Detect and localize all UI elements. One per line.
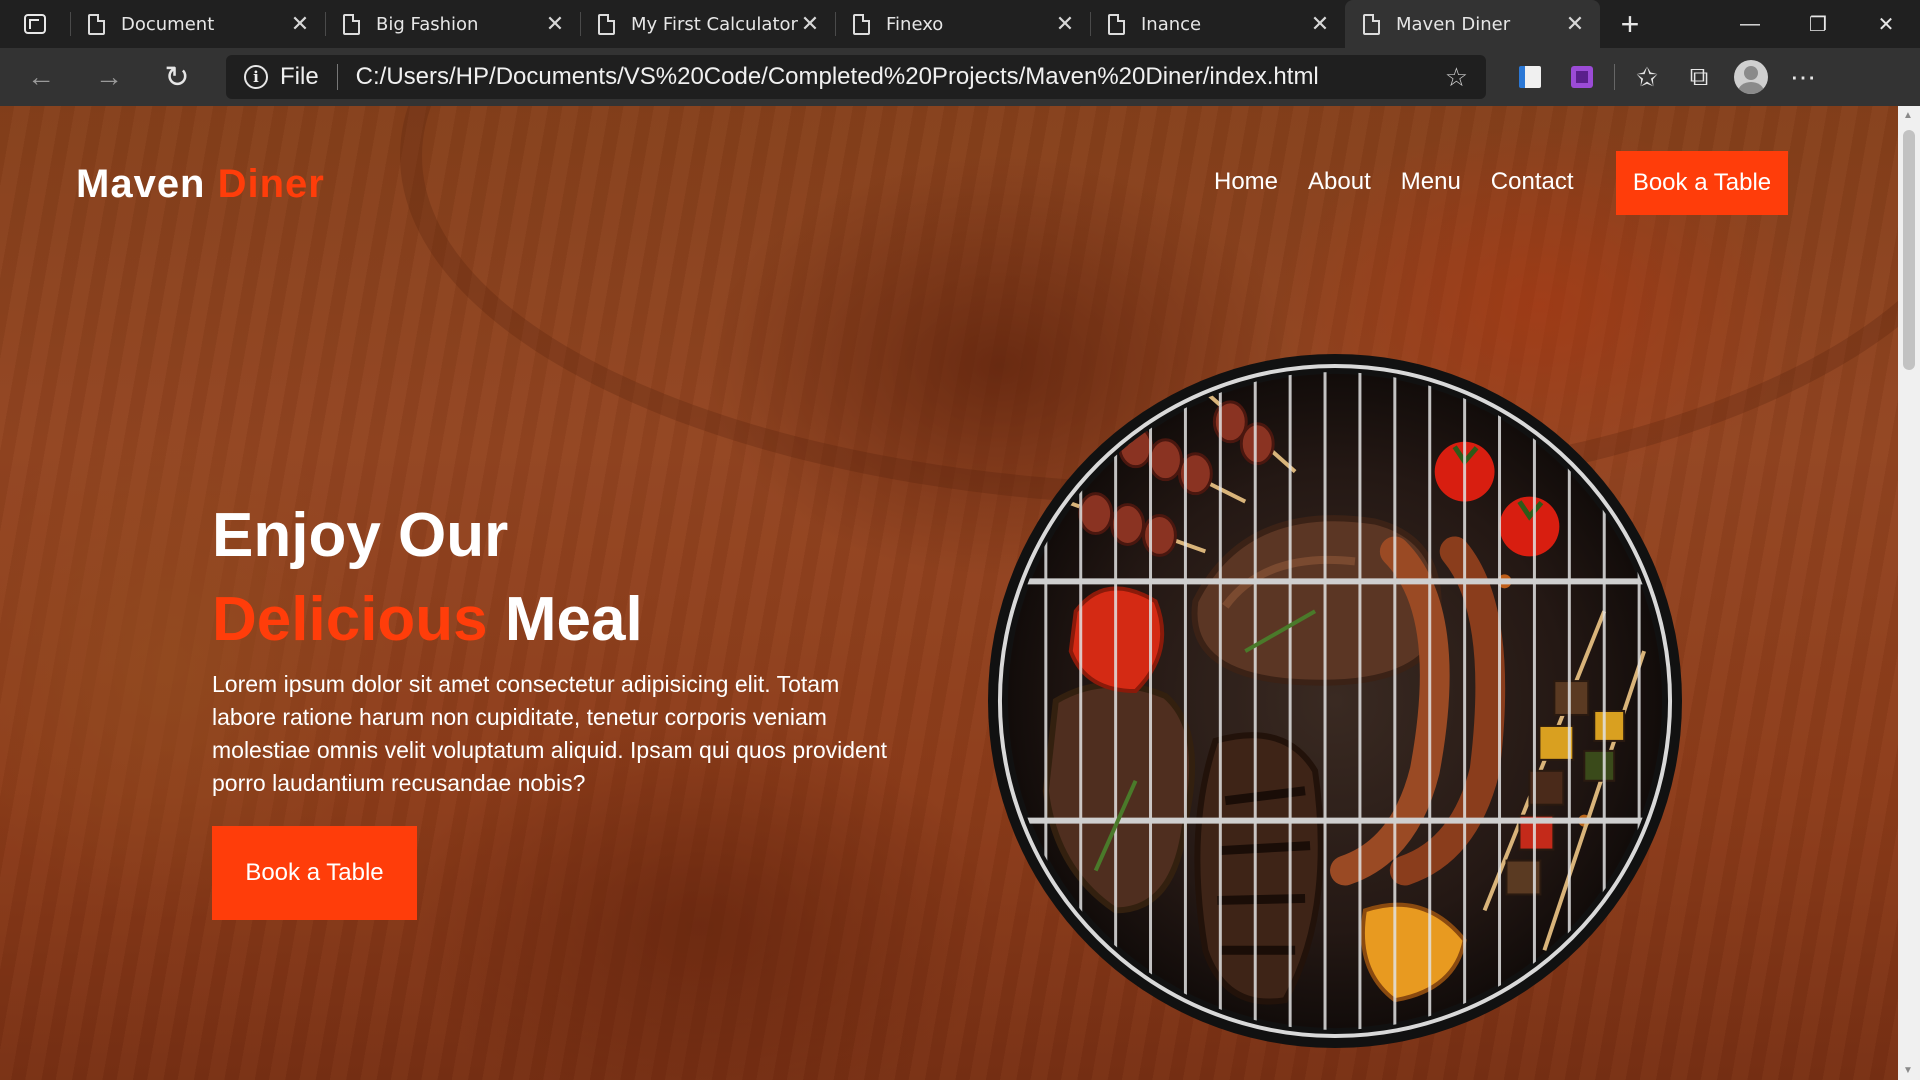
hero-title-line1: Enjoy Our (212, 501, 509, 570)
site-info-icon[interactable]: i (244, 65, 268, 89)
back-icon[interactable]: ← (14, 53, 68, 101)
browser-tab-bar: Document ✕ Big Fashion ✕ My First Calcul… (0, 0, 1920, 48)
browser-tab[interactable]: Finexo ✕ (835, 0, 1090, 48)
hero-title: Enjoy Our Delicious Meal (212, 494, 643, 662)
address-bar[interactable]: i File C:/Users/HP/Documents/VS%20Code/C… (226, 55, 1486, 99)
nav-contact[interactable]: Contact (1491, 168, 1574, 196)
nav-about[interactable]: About (1308, 168, 1371, 196)
extension-icon[interactable] (1504, 55, 1556, 99)
address-divider (336, 64, 338, 90)
favorites-icon[interactable]: ✩ (1621, 55, 1673, 99)
scroll-up-icon[interactable]: ▲ (1903, 110, 1913, 121)
add-favorite-icon[interactable]: ☆ (1445, 62, 1468, 93)
window-controls: — ❐ ✕ (1716, 0, 1920, 48)
page-scrollbar[interactable]: ▲ ▼ (1898, 106, 1920, 1080)
more-options-icon[interactable]: ⋯ (1777, 55, 1829, 99)
site-logo[interactable]: Maven Diner (76, 162, 325, 207)
tab-title: Maven Diner (1396, 13, 1511, 35)
close-window-icon[interactable]: ✕ (1852, 0, 1920, 48)
extension-icon[interactable] (1556, 55, 1608, 99)
close-tab-icon[interactable]: ✕ (544, 12, 566, 37)
main-nav: Home About Menu Contact (1214, 168, 1604, 196)
address-scheme: File (280, 63, 319, 90)
tab-title: Document (121, 13, 215, 35)
tab-actions-icon[interactable] (0, 0, 70, 48)
hero-description: Lorem ipsum dolor sit amet consectetur a… (212, 671, 888, 796)
close-tab-icon[interactable]: ✕ (289, 12, 311, 37)
scroll-down-icon[interactable]: ▼ (1903, 1065, 1913, 1076)
nav-menu[interactable]: Menu (1401, 168, 1461, 196)
browser-tab[interactable]: Big Fashion ✕ (325, 0, 580, 48)
tab-title: Big Fashion (376, 13, 479, 35)
browser-tab-active[interactable]: Maven Diner ✕ (1345, 0, 1600, 48)
collections-icon[interactable]: ⧉ (1673, 55, 1725, 99)
toolbar-divider (1614, 64, 1615, 90)
page-icon (1363, 13, 1380, 35)
browser-toolbar: ← → ↻ i File C:/Users/HP/Documents/VS%20… (0, 48, 1920, 106)
nav-home[interactable]: Home (1214, 168, 1278, 196)
bbq-grill-image (987, 353, 1683, 1049)
logo-primary: Maven (76, 162, 206, 206)
logo-accent: Diner (217, 162, 325, 206)
minimize-icon[interactable]: — (1716, 0, 1784, 48)
profile-icon[interactable] (1725, 55, 1777, 99)
tab-title: Finexo (886, 13, 944, 35)
page-icon (853, 13, 870, 35)
book-table-hero-button[interactable]: Book a Table (212, 826, 417, 920)
page-icon (343, 13, 360, 35)
refresh-icon[interactable]: ↻ (150, 53, 204, 101)
close-tab-icon[interactable]: ✕ (1564, 12, 1586, 37)
hero-title-accent: Delicious (212, 585, 488, 654)
browser-tab[interactable]: My First Calculator ✕ (580, 0, 835, 48)
close-tab-icon[interactable]: ✕ (1309, 12, 1331, 37)
page-icon (598, 13, 615, 35)
close-tab-icon[interactable]: ✕ (799, 12, 821, 37)
browser-tab[interactable]: Inance ✕ (1090, 0, 1345, 48)
new-tab-icon[interactable]: + (1600, 0, 1660, 48)
tab-title: My First Calculator (631, 13, 798, 35)
page-viewport: Maven Diner Home About Menu Contact Book… (0, 106, 1898, 1080)
forward-icon[interactable]: → (82, 53, 136, 101)
browser-tab[interactable]: Document ✕ (70, 0, 325, 48)
close-tab-icon[interactable]: ✕ (1054, 12, 1076, 37)
address-url[interactable]: C:/Users/HP/Documents/VS%20Code/Complete… (356, 63, 1445, 91)
page-icon (1108, 13, 1125, 35)
tab-title: Inance (1141, 13, 1202, 35)
hero-title-tail: Meal (504, 585, 643, 654)
page-icon (88, 13, 105, 35)
scrollbar-thumb[interactable] (1903, 130, 1915, 370)
restore-icon[interactable]: ❐ (1784, 0, 1852, 48)
book-table-nav-button[interactable]: Book a Table (1616, 151, 1788, 215)
